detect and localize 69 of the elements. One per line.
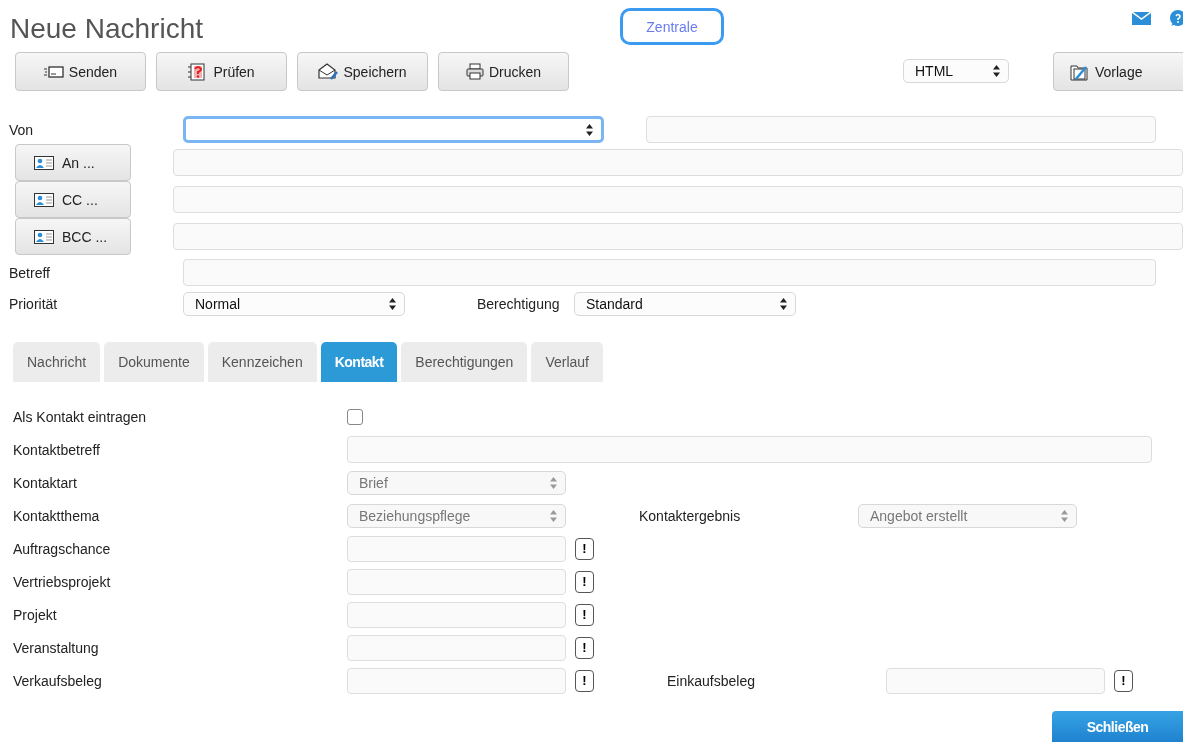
input-field[interactable]	[347, 667, 566, 694]
input-field[interactable]	[347, 601, 566, 628]
input-field[interactable]	[347, 568, 566, 595]
updown-arrows-icon	[1061, 509, 1068, 522]
recipient-button[interactable]: BCC ...	[15, 218, 131, 255]
input-field[interactable]	[646, 116, 1156, 143]
page-title: Neue Nachricht	[10, 12, 204, 46]
envelope-pen-icon	[318, 63, 339, 80]
send-icon	[43, 64, 64, 79]
input-field[interactable]	[347, 436, 1152, 463]
tab[interactable]: Kennzeichen	[207, 342, 317, 382]
tab[interactable]: Verlauf	[531, 342, 603, 382]
updown-arrows-icon	[389, 298, 396, 310]
field-label: Kontaktthema	[12, 507, 101, 524]
updown-arrows-icon	[550, 509, 557, 522]
updown-arrows-icon	[993, 65, 1000, 77]
field-label: Veranstaltung	[12, 639, 100, 656]
contact-card-icon	[34, 155, 54, 170]
toolbar-button[interactable]: Speichern	[297, 52, 428, 91]
field-label: Kontaktergebnis	[638, 507, 742, 524]
updown-arrows-icon	[550, 476, 557, 489]
field-label: Auftragschance	[12, 540, 112, 557]
lookup-button[interactable]: !	[575, 636, 594, 659]
field-label: Als Kontakt eintragen	[12, 408, 148, 425]
toolbar-button[interactable]: Drucken	[438, 52, 569, 91]
field-label: Verkaufsbeleg	[12, 672, 103, 689]
field-label: Vertriebsprojekt	[12, 573, 112, 590]
format-dropdown[interactable]: HTML	[903, 59, 1009, 83]
lookup-button[interactable]: !	[575, 537, 594, 560]
tab[interactable]: Dokumente	[104, 342, 204, 382]
tab[interactable]: Nachricht	[13, 342, 101, 382]
sender-dropdown[interactable]	[183, 116, 604, 143]
input-field[interactable]	[183, 259, 1156, 286]
field-label: Kontaktart	[12, 474, 78, 491]
field-label: Projekt	[12, 606, 58, 623]
input-field[interactable]	[173, 223, 1183, 250]
recipient-button[interactable]: CC ...	[15, 181, 131, 218]
contact-card-icon	[34, 229, 54, 244]
toolbar-button[interactable]: Prüfen	[156, 52, 287, 91]
mail-icon[interactable]	[1132, 12, 1151, 25]
field-label: Berechtigung	[476, 296, 561, 312]
lookup-button[interactable]: !	[575, 570, 594, 593]
lookup-button[interactable]: !	[1114, 669, 1133, 692]
field-label: Von	[8, 121, 35, 138]
checkbox[interactable]	[347, 408, 363, 425]
input-field[interactable]	[347, 634, 566, 661]
recipient-button[interactable]: An ...	[15, 144, 131, 181]
input-field[interactable]	[173, 149, 1183, 176]
help-icon[interactable]	[1169, 10, 1183, 27]
lookup-button[interactable]: !	[575, 669, 594, 692]
folder-pen-icon	[1070, 62, 1090, 81]
lookup-button[interactable]: !	[575, 603, 594, 626]
input-field[interactable]	[886, 667, 1105, 694]
contact-card-icon	[34, 192, 54, 207]
field-label: Einkaufsbeleg	[666, 672, 756, 689]
template-button[interactable]: Vorlage	[1053, 52, 1183, 91]
field-label: Priorität	[8, 296, 59, 312]
tab[interactable]: Berechtigungen	[401, 342, 528, 382]
updown-arrows-icon	[586, 123, 593, 136]
field-label: Betreff	[8, 264, 51, 281]
input-field[interactable]	[173, 186, 1183, 213]
priority-dropdown[interactable]: Normal	[183, 292, 405, 316]
permission-dropdown[interactable]: Standard	[574, 292, 796, 316]
updown-arrows-icon	[780, 298, 787, 310]
printer-icon	[465, 63, 484, 80]
toolbar-button[interactable]: Senden	[15, 52, 146, 91]
input-field[interactable]	[347, 535, 566, 562]
header-button[interactable]: Zentrale	[620, 8, 724, 45]
field-label: Kontaktbetreff	[12, 441, 101, 458]
